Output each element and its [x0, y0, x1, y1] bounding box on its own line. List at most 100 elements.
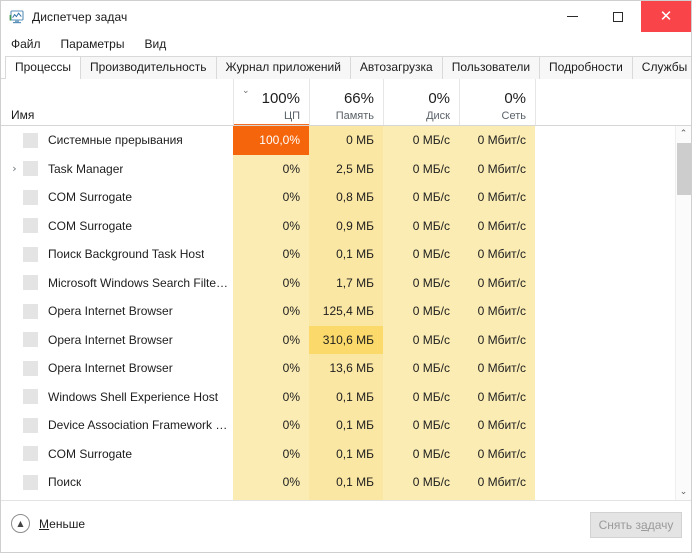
minimize-icon	[566, 16, 578, 17]
process-name-label: COM Surrogate	[48, 446, 133, 461]
cell-row-tail	[535, 411, 691, 440]
cell-disk: 0 МБ/с	[383, 325, 459, 354]
column-header-disk-label: Диск	[426, 110, 450, 122]
cell-process-name: COM Surrogate	[1, 211, 233, 240]
cell-disk: 0 МБ/с	[383, 126, 459, 155]
end-task-button[interactable]: Снять з а дачу	[590, 512, 682, 538]
cell-cpu: 0%	[233, 382, 309, 411]
table-row[interactable]: Opera Internet Browser 0% 310,6 МБ 0 МБ/с 0 …	[1, 325, 691, 354]
cell-memory: 310,6 МБ	[309, 325, 383, 354]
expand-chevron-right-icon[interactable]: ›	[7, 163, 22, 174]
process-icon	[23, 132, 38, 148]
close-button[interactable]: ✕	[641, 1, 691, 32]
column-header-memory-percent: 66%	[343, 90, 374, 107]
table-row[interactable]: Opera Internet Browser 0% 125,4 МБ 0 МБ/с 0 …	[1, 297, 691, 326]
cell-network: 0 Мбит/с	[459, 240, 535, 269]
scrollbar-thumb[interactable]	[677, 143, 691, 195]
table-row[interactable]: › Task Manager 0% 2,5 МБ 0 МБ/с 0 Мбит/с	[1, 154, 691, 183]
tab-app-history[interactable]: Журнал приложений	[215, 56, 351, 79]
column-header-network[interactable]: 0% Сеть	[459, 79, 535, 126]
tab-startup[interactable]: Автозагрузка	[349, 56, 443, 79]
cell-memory: 0,1 МБ	[309, 411, 383, 440]
table-header-row: Имя ⌄ 100% ЦП 66% Память 0% Диск 0% Сеть	[1, 79, 691, 126]
cell-row-tail	[535, 126, 691, 155]
window-controls: ✕	[549, 1, 691, 32]
maximize-icon	[613, 11, 623, 22]
menu-item-options[interactable]: Параметры	[59, 35, 134, 53]
cell-disk: 0 МБ/с	[383, 240, 459, 269]
cell-process-name: Device Association Framework …	[1, 411, 233, 440]
cell-cpu: 100,0%	[233, 126, 309, 155]
table-row[interactable]: Поиск 0% 0,1 МБ 0 МБ/с 0 Мбит/с	[1, 468, 691, 497]
tab-processes[interactable]: Процессы	[5, 56, 82, 80]
cell-process-name: Windows Shell Experience Host	[1, 382, 233, 411]
tab-users[interactable]: Пользователи	[441, 56, 541, 79]
table-row[interactable]: Opera Internet Browser 0% 13,6 МБ 0 МБ/с 0 М…	[1, 354, 691, 383]
cell-memory: 0,1 МБ	[309, 468, 383, 497]
tab-details[interactable]: Подробности	[539, 56, 633, 79]
table-row[interactable]: Поиск Background Task Host 0% 0,1 МБ 0 МБ/с…	[1, 240, 691, 269]
cell-disk: 0 МБ/с	[383, 411, 459, 440]
cell-process-name: COM Surrogate	[1, 183, 233, 212]
fewer-details-button[interactable]: ▲ Меньше	[11, 514, 85, 533]
column-header-name[interactable]: Имя	[1, 79, 233, 126]
cell-cpu: 0%	[233, 211, 309, 240]
end-task-label-pre: Снять з	[598, 518, 641, 532]
cell-network: 0 Мбит/с	[459, 211, 535, 240]
column-header-memory[interactable]: 66% Память	[309, 79, 383, 126]
cell-row-tail	[535, 439, 691, 468]
column-header-cpu[interactable]: ⌄ 100% ЦП	[233, 79, 309, 126]
cell-memory: 13,6 МБ	[309, 354, 383, 383]
cell-process-name: Системные прерывания	[1, 126, 233, 155]
process-icon	[23, 332, 38, 348]
cell-memory: 0,1 МБ	[309, 382, 383, 411]
process-name-label: COM Surrogate	[48, 190, 133, 205]
cell-network: 0 Мбит/с	[459, 468, 535, 497]
cell-process-name: › Task Manager	[1, 154, 233, 183]
maximize-button[interactable]	[595, 1, 641, 32]
table-row[interactable]: Windows Shell Experience Host 0% 0,1 МБ 0 М…	[1, 382, 691, 411]
task-manager-window: Диспетчер задач ✕ Файл Параметры Вид Про…	[0, 0, 692, 553]
cell-disk: 0 МБ/с	[383, 382, 459, 411]
minimize-button[interactable]	[549, 1, 595, 32]
process-icon	[23, 303, 38, 319]
process-table: Имя ⌄ 100% ЦП 66% Память 0% Диск 0% Сеть	[1, 79, 691, 500]
cell-network: 0 Мбит/с	[459, 154, 535, 183]
process-icon	[23, 417, 38, 433]
menu-item-file[interactable]: Файл	[9, 35, 50, 53]
process-name-label: Opera Internet Browser	[48, 304, 173, 319]
cell-memory: 1,7 МБ	[309, 268, 383, 297]
table-row[interactable]: Microsoft Windows Search Filte… 0% 1,7 МБ 0…	[1, 268, 691, 297]
cell-network: 0 Мбит/с	[459, 439, 535, 468]
cell-row-tail	[535, 268, 691, 297]
table-row[interactable]: Системные прерывания 100,0% 0 МБ 0 МБ/с 0 Мб…	[1, 126, 691, 155]
cell-network: 0 Мбит/с	[459, 297, 535, 326]
cell-memory: 0 МБ	[309, 126, 383, 155]
cell-memory: 0,1 МБ	[309, 240, 383, 269]
vertical-scrollbar[interactable]: ⌃ ⌄	[675, 126, 691, 500]
cell-memory: 125,4 МБ	[309, 297, 383, 326]
table-row[interactable]: COM Surrogate 0% 0,1 МБ 0 МБ/с 0 Мбит/с	[1, 439, 691, 468]
tab-performance[interactable]: Производительность	[80, 56, 217, 79]
cell-process-name: Поиск Background Task Host	[1, 240, 233, 269]
scroll-up-arrow-icon[interactable]: ⌃	[676, 126, 691, 142]
process-name-label: Windows Shell Experience Host	[48, 389, 219, 404]
process-name-label: Device Association Framework …	[48, 418, 228, 433]
tab-services[interactable]: Службы	[631, 56, 691, 79]
cell-memory: 0,8 МБ	[309, 183, 383, 212]
column-header-disk[interactable]: 0% Диск	[383, 79, 459, 126]
menubar: Файл Параметры Вид	[1, 32, 691, 55]
cell-network: 0 Мбит/с	[459, 382, 535, 411]
menu-item-view[interactable]: Вид	[142, 35, 175, 53]
table-row[interactable]: Device Association Framework … 0% 0,1 МБ 0 …	[1, 411, 691, 440]
process-name-label: Opera Internet Browser	[48, 332, 173, 347]
cell-memory: 2,5 МБ	[309, 154, 383, 183]
column-header-spacer	[535, 79, 691, 126]
chevron-up-circle-icon: ▲	[11, 514, 30, 533]
cell-row-tail	[535, 211, 691, 240]
cell-process-name: COM Surrogate	[1, 439, 233, 468]
cell-network: 0 Мбит/с	[459, 325, 535, 354]
table-row[interactable]: COM Surrogate 0% 0,9 МБ 0 МБ/с 0 Мбит/с	[1, 211, 691, 240]
table-row[interactable]: COM Surrogate 0% 0,8 МБ 0 МБ/с 0 Мбит/с	[1, 183, 691, 212]
scroll-down-arrow-icon[interactable]: ⌄	[676, 484, 691, 500]
